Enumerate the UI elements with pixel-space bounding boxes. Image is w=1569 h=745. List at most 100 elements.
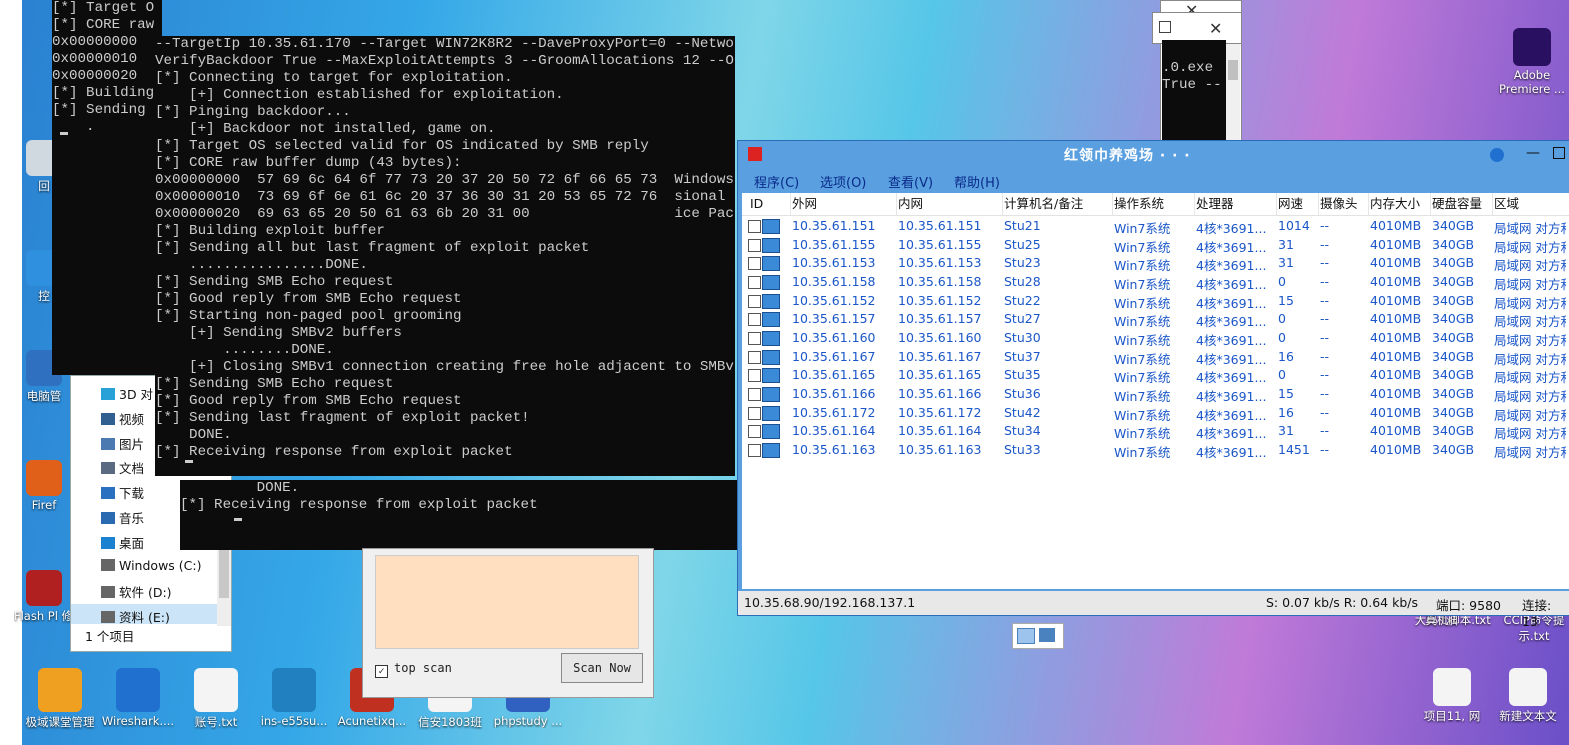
close-icon[interactable]: ✕ xyxy=(1209,19,1222,38)
desktop-icon[interactable]: 新建文本文 xyxy=(1490,668,1566,724)
scanner-window: ✓ top scan Scan Now xyxy=(362,548,654,698)
menu-item[interactable]: 帮助(H) xyxy=(954,172,1000,191)
minimize-icon[interactable]: — xyxy=(1526,145,1540,161)
row-checkbox[interactable] xyxy=(748,275,761,289)
maximize-icon[interactable] xyxy=(1553,147,1565,159)
terminal-line: --TargetIp 10.35.61.170 --Target WIN72K8… xyxy=(155,36,735,52)
table-cell: 10.35.61.167 xyxy=(898,348,982,364)
detail-view-icon[interactable] xyxy=(1039,628,1055,642)
row-checkbox[interactable] xyxy=(748,406,761,420)
terminal-line: [*] Target O xyxy=(52,0,155,16)
desktop-icon[interactable]: Firef xyxy=(14,460,74,512)
explorer-nav-item[interactable]: Windows (C:) xyxy=(101,558,201,573)
column-header[interactable]: 外网 xyxy=(792,193,897,215)
table-cell: 10.35.61.172 xyxy=(898,404,982,420)
table-cell: -- xyxy=(1320,218,1330,233)
explorer-nav-label: 文档 xyxy=(119,461,145,477)
folder-icon xyxy=(101,412,115,425)
terminal-line: [+] Connection established for exploitat… xyxy=(155,87,564,103)
text-file-icon xyxy=(194,668,238,712)
table-cell: 4核*3691... xyxy=(1196,444,1267,460)
table-row[interactable]: 10.35.61.163 10.35.61.163 Stu33 Win7系统 4核*36… xyxy=(742,441,1569,460)
column-header[interactable]: ID xyxy=(750,193,791,215)
table-row[interactable]: 10.35.61.166 10.35.61.166 Stu36 Win7系统 4核*36… xyxy=(742,385,1569,404)
menu-item[interactable]: 选项(O) xyxy=(820,172,866,191)
table-cell: -- xyxy=(1320,273,1330,289)
terminal-line: [*] Starting non-paged pool grooming xyxy=(155,308,462,324)
table-cell: 4010MB xyxy=(1370,236,1422,252)
table-row[interactable]: 10.35.61.164 10.35.61.164 Stu34 Win7系统 4核*36… xyxy=(742,422,1569,441)
row-checkbox[interactable] xyxy=(748,238,761,252)
column-header[interactable]: 摄像头 xyxy=(1320,193,1369,215)
computer-icon xyxy=(762,368,780,384)
table-cell: 340GB xyxy=(1432,423,1475,439)
menu-item[interactable]: 查看(V) xyxy=(888,172,933,191)
table-cell: 31 xyxy=(1278,236,1294,252)
row-checkbox[interactable] xyxy=(748,425,761,439)
view-mode-toggle[interactable] xyxy=(1012,623,1064,649)
table-row[interactable]: 10.35.61.158 10.35.61.158 Stu28 Win7系统 4核*36… xyxy=(742,273,1569,292)
table-row[interactable]: 10.35.61.165 10.35.61.165 Stu35 Win7系统 4核*36… xyxy=(742,366,1569,385)
list-view-icon[interactable] xyxy=(1017,628,1035,644)
table-cell: -- xyxy=(1320,236,1330,252)
row-checkbox[interactable] xyxy=(748,387,761,401)
scan-now-button[interactable]: Scan Now xyxy=(561,653,643,683)
table-row[interactable]: 10.35.61.157 10.35.61.157 Stu27 Win7系统 4核*36… xyxy=(742,310,1569,329)
desktop-icon[interactable]: Adobe Premiere ... xyxy=(1494,28,1569,96)
column-header[interactable]: 内网 xyxy=(898,193,1003,215)
column-header[interactable]: 操作系统 xyxy=(1114,193,1195,215)
table-row[interactable]: 10.35.61.151 10.35.61.151 Stu21 Win7系统 4核*36… xyxy=(742,217,1569,236)
column-header[interactable]: 硬盘容量 xyxy=(1432,193,1493,215)
terminal-line: 0x00000000 57 69 6c 64 6f 77 73 20 37 20… xyxy=(155,172,735,188)
table-row[interactable]: 10.35.61.167 10.35.61.167 Stu37 Win7系统 4核*36… xyxy=(742,348,1569,367)
menu-item[interactable]: 程序(C) xyxy=(754,172,799,191)
explorer-nav-item[interactable]: 图片 xyxy=(101,434,144,453)
row-checkbox[interactable] xyxy=(748,313,761,327)
terminal-line: [*] CORE raw buffer dump (43 bytes): xyxy=(155,155,462,171)
table-cell: 340GB xyxy=(1432,441,1475,457)
desktop-icon[interactable]: Wireshark.... xyxy=(98,668,178,728)
explorer-nav-item[interactable]: 3D 对 xyxy=(101,384,153,403)
table-row[interactable]: 10.35.61.160 10.35.61.160 Stu30 Win7系统 4核*36… xyxy=(742,329,1569,348)
row-checkbox[interactable] xyxy=(748,369,761,383)
checkbox-mark-icon[interactable]: ✓ xyxy=(375,665,388,678)
row-checkbox[interactable] xyxy=(748,220,761,233)
column-header[interactable]: 处理器 xyxy=(1196,193,1277,215)
desktop-icon[interactable]: 账号.txt xyxy=(176,668,256,730)
explorer-nav-item[interactable]: 资料 (E:) xyxy=(101,607,170,626)
explorer-nav-item[interactable]: 桌面 xyxy=(101,533,144,552)
table-row[interactable]: 10.35.61.172 10.35.61.172 Stu42 Win7系统 4核*36… xyxy=(742,404,1569,423)
maximize-icon[interactable] xyxy=(1159,21,1171,33)
skin-icon[interactable] xyxy=(1490,148,1504,162)
table-row[interactable]: 10.35.61.155 10.35.61.155 Stu25 Win7系统 4核*36… xyxy=(742,236,1569,255)
table-cell: Stu36 xyxy=(1004,385,1041,401)
row-checkbox[interactable] xyxy=(748,443,761,457)
explorer-nav-item[interactable]: 软件 (D:) xyxy=(101,582,172,601)
column-header[interactable]: 网速 xyxy=(1278,193,1319,215)
row-checkbox[interactable] xyxy=(748,331,761,345)
terminal-scrollbar-thumb[interactable] xyxy=(1228,60,1238,80)
desktop-icon[interactable]: ins-e55su... xyxy=(254,668,334,728)
column-header[interactable]: 区域 xyxy=(1494,193,1569,215)
explorer-nav-item[interactable]: 下载 xyxy=(101,483,144,502)
terminal-scrollbar[interactable] xyxy=(1226,44,1240,140)
table-row[interactable]: 10.35.61.152 10.35.61.152 Stu22 Win7系统 4核*36… xyxy=(742,292,1569,311)
desktop-icon[interactable]: 极域课堂管理 xyxy=(20,668,100,730)
explorer-nav-item[interactable]: 文档 xyxy=(101,458,144,477)
explorer-nav-item[interactable]: 音乐 xyxy=(101,508,144,527)
row-checkbox[interactable] xyxy=(748,257,761,271)
table-cell: Win7系统 xyxy=(1114,221,1171,236)
remote-control-window: 红领巾养鸡场 · · · — 程序(C) 选项(O) 查看(V) 帮助(H) ID 外网… xyxy=(737,140,1569,629)
folder-icon xyxy=(101,487,115,500)
table-row[interactable]: 10.35.61.153 10.35.61.153 Stu23 Win7系统 4核*36… xyxy=(742,254,1569,273)
row-checkbox[interactable] xyxy=(748,350,761,364)
column-header[interactable]: 内存大小 xyxy=(1370,193,1431,215)
table-cell: 4核*3691... xyxy=(1196,239,1267,255)
explorer-nav-item[interactable]: 视频 xyxy=(101,409,144,428)
top-scan-checkbox[interactable]: ✓ top scan xyxy=(375,661,452,678)
column-header[interactable]: 计算机名/备注 xyxy=(1004,193,1113,215)
table-cell: 4核*3691... xyxy=(1196,276,1267,292)
desktop-icon[interactable]: Flash Pl 修复工 xyxy=(14,570,74,624)
desktop-icon[interactable]: 项目11, 网 xyxy=(1414,668,1490,724)
row-checkbox[interactable] xyxy=(748,294,761,308)
